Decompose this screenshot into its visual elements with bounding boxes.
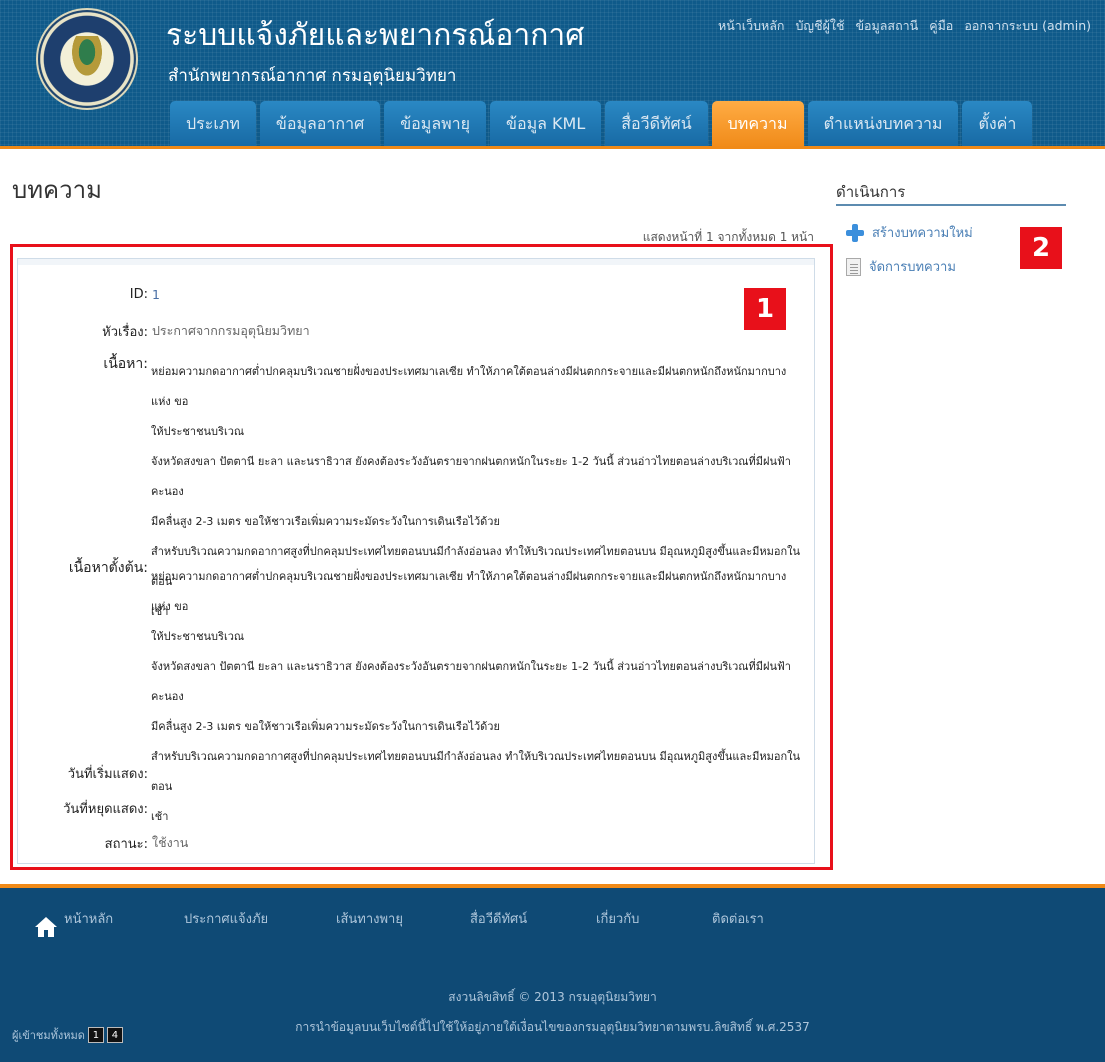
site-subtitle: สำนักพยากรณ์อากาศ กรมอุตุนิยมวิทยา [168, 66, 457, 86]
department-logo-icon[interactable] [36, 8, 138, 110]
sidebar-item-label: จัดการบทความ [869, 260, 956, 275]
top-link-account[interactable]: บัญชีผู้ใช้ [796, 16, 845, 36]
visitor-digit: 1 [87, 1027, 104, 1043]
top-link-logout[interactable]: ออกจากระบบ (admin) [964, 16, 1091, 36]
page-title: บทความ [12, 176, 102, 204]
header-divider [0, 146, 1105, 149]
tab-storm-data[interactable]: ข้อมูลพายุ [384, 101, 487, 148]
footer-link-contact[interactable]: ติดต่อเรา [712, 908, 764, 929]
footer-link-videos[interactable]: สื่อวีดีทัศน์ [470, 908, 527, 929]
sidebar-item-manage-articles[interactable]: จัดการบทความ [846, 256, 956, 277]
annotation-highlight-box [10, 244, 833, 870]
sidebar-divider [836, 204, 1066, 206]
annotation-badge-1: 1 [744, 288, 786, 330]
footer-link-home[interactable]: หน้าหลัก [64, 908, 113, 929]
site-header: ระบบแจ้งภัยและพยากรณ์อากาศ สำนักพยากรณ์อ… [0, 0, 1105, 148]
annotation-badge-2: 2 [1020, 227, 1062, 269]
visitor-counter: ผู้เข้าชมทั้งหมด 1 4 [12, 1026, 123, 1044]
tab-weather-data[interactable]: ข้อมูลอากาศ [259, 101, 381, 148]
sidebar-item-create-article[interactable]: สร้างบทความใหม่ [846, 222, 973, 243]
tab-articles[interactable]: บทความ [711, 101, 804, 148]
footer-link-about[interactable]: เกี่ยวกับ [596, 908, 639, 929]
top-links: หน้าเว็บหลัก บัญชีผู้ใช้ ข้อมูลสถานี คู่… [718, 16, 1091, 36]
sidebar-title: ดำเนินการ [836, 183, 906, 201]
top-link-stations[interactable]: ข้อมูลสถานี [855, 16, 918, 36]
tab-settings[interactable]: ตั้งค่า [962, 101, 1033, 148]
tab-article-positions[interactable]: ตำแหน่งบทความ [807, 101, 959, 148]
footer-link-warnings[interactable]: ประกาศแจ้งภัย [184, 908, 268, 929]
site-footer: หน้าหลัก ประกาศแจ้งภัย เส้นทางพายุ สื่อว… [0, 888, 1105, 1062]
document-icon [846, 257, 861, 276]
visitor-counter-label: ผู้เข้าชมทั้งหมด [12, 1029, 85, 1042]
home-icon[interactable] [34, 916, 58, 938]
sidebar-item-label: สร้างบทความใหม่ [872, 226, 973, 241]
footer-link-storm-tracks[interactable]: เส้นทางพายุ [336, 908, 403, 929]
plus-icon [846, 223, 864, 242]
top-link-manual[interactable]: คู่มือ [929, 16, 953, 36]
site-title: ระบบแจ้งภัยและพยากรณ์อากาศ [166, 18, 585, 53]
copyright-text: สงวนลิขสิทธิ์ © 2013 กรมอุตุนิยมวิทยา [448, 990, 657, 1004]
tab-video-media[interactable]: สื่อวีดีทัศน์ [605, 101, 708, 148]
usage-notice: การนำข้อมูลบนเว็บไซต์นี้ไปใช้ให้อยู่ภายใ… [295, 1020, 810, 1034]
top-link-home[interactable]: หน้าเว็บหลัก [718, 16, 785, 36]
tab-category[interactable]: ประเภท [170, 101, 256, 148]
visitor-digit: 4 [106, 1027, 123, 1043]
tab-kml-data[interactable]: ข้อมูล KML [490, 101, 602, 148]
main-nav-tabs: ประเภท ข้อมูลอากาศ ข้อมูลพายุ ข้อมูล KML… [170, 101, 1033, 148]
